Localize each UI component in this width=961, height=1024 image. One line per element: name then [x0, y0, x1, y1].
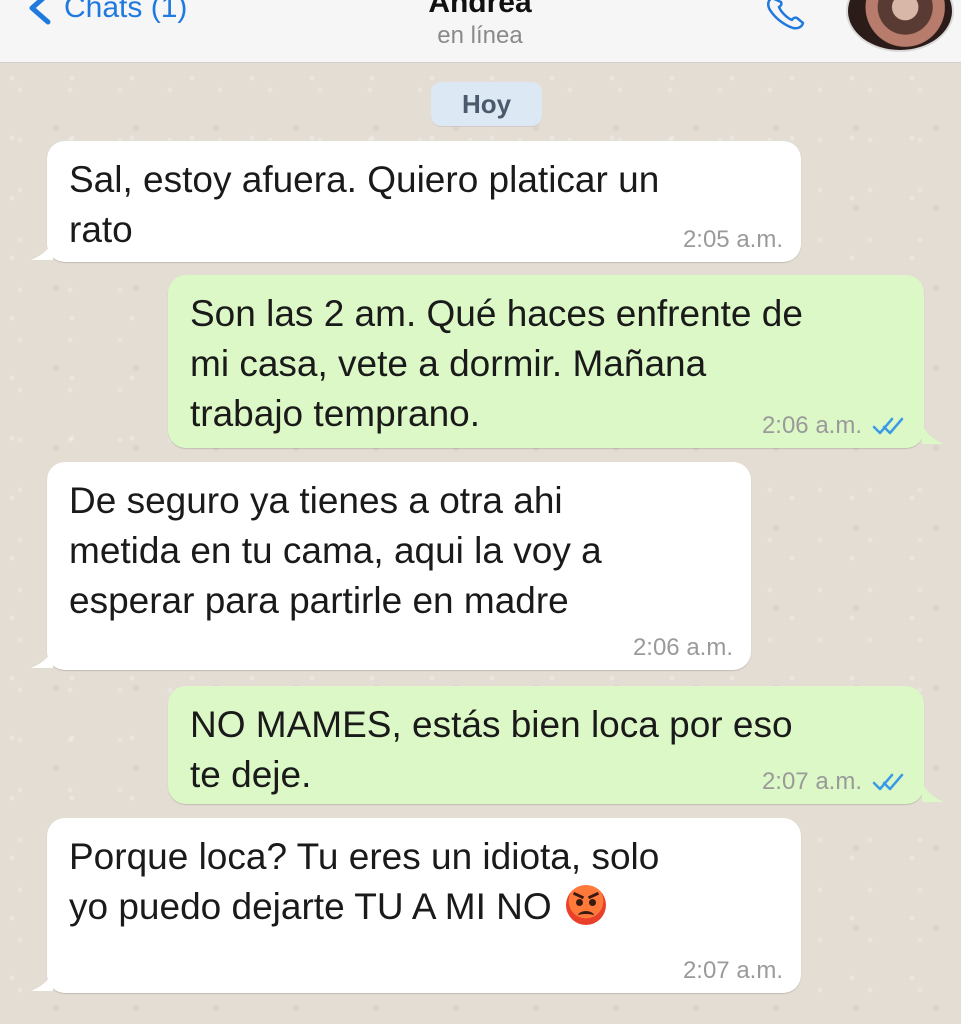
back-label: Chats (1)	[64, 0, 188, 24]
message-bubble-incoming[interactable]: Sal, estoy afuera. Quiero platicar un ra…	[47, 141, 801, 262]
chat-header: Chats (1) Andrea en línea	[0, 0, 961, 63]
message-bubble-outgoing[interactable]: Son las 2 am. Qué haces enfrente de mi c…	[168, 275, 924, 448]
contact-name: Andrea	[380, 0, 580, 14]
message-meta: 2:07 a.m.	[762, 770, 906, 794]
message-meta: 2:06 a.m.	[633, 636, 733, 660]
bubble-tail-icon	[31, 971, 53, 991]
message-text: Porque loca? Tu eres un idiota, solo yo …	[69, 832, 779, 932]
bubble-tail-icon	[31, 240, 53, 260]
chevron-left-icon	[29, 0, 51, 25]
message-meta: 2:06 a.m.	[762, 414, 906, 438]
message-meta: 2:07 a.m.	[683, 959, 783, 983]
message-text: De seguro ya tienes a otra ahi metida en…	[69, 480, 602, 621]
bubble-tail-icon	[922, 782, 944, 802]
bubble-tail-icon	[922, 424, 944, 444]
phone-call-icon[interactable]	[762, 0, 822, 30]
contact-info[interactable]: Andrea en línea	[380, 0, 580, 50]
message-time: 2:07 a.m.	[761, 768, 862, 795]
contact-status: en línea	[437, 22, 523, 49]
double-check-read-icon	[872, 417, 904, 435]
date-separator: Hoy	[431, 82, 542, 126]
message-bubble-outgoing[interactable]: NO MAMES, estás bien loca por eso te dej…	[168, 686, 924, 804]
contact-avatar[interactable]	[846, 0, 954, 52]
message-time: 2:06 a.m.	[632, 634, 733, 661]
angry-face-icon	[565, 885, 606, 925]
message-time: 2:07 a.m.	[682, 957, 783, 984]
message-time: 2:05 a.m.	[682, 226, 783, 253]
bubble-tail-icon	[31, 648, 53, 668]
message-text: Sal, estoy afuera. Quiero platicar un ra…	[69, 159, 660, 250]
back-button[interactable]: Chats (1)	[22, 0, 187, 28]
message-bubble-incoming[interactable]: De seguro ya tienes a otra ahi metida en…	[47, 462, 751, 670]
double-check-read-icon	[872, 773, 904, 791]
message-meta: 2:05 a.m.	[683, 228, 783, 252]
message-time: 2:06 a.m.	[761, 412, 862, 439]
message-bubble-incoming[interactable]: Porque loca? Tu eres un idiota, solo yo …	[47, 818, 801, 993]
